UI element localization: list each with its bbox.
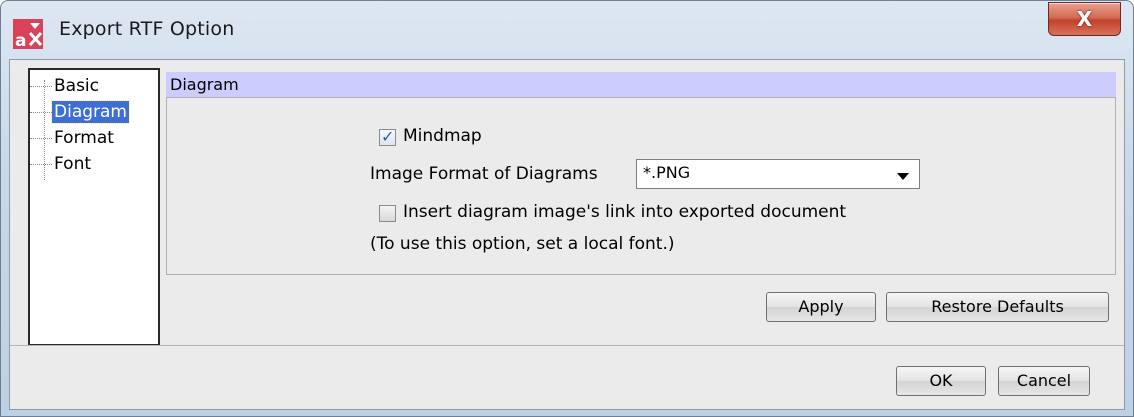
image-format-select[interactable]: *.PNG — [636, 159, 920, 189]
ok-button[interactable]: OK — [896, 366, 986, 396]
close-button[interactable]: X — [1048, 2, 1121, 36]
tree-branch — [30, 137, 52, 139]
tree-item-label: Basic — [54, 76, 100, 96]
apply-button[interactable]: Apply — [766, 292, 876, 322]
tree-item-font[interactable]: Font — [30, 152, 93, 176]
section-title: Diagram — [166, 72, 1116, 97]
mindmap-checkbox[interactable]: ✓ — [379, 127, 396, 146]
dialog-window: a Export RTF Option X Basic Diagram Form… — [0, 0, 1134, 417]
restore-defaults-button[interactable]: Restore Defaults — [886, 292, 1109, 322]
tree-item-basic[interactable]: Basic — [30, 74, 101, 98]
app-icon: a — [13, 19, 43, 49]
window-title: Export RTF Option — [59, 18, 235, 40]
tree-item-format[interactable]: Format — [30, 126, 116, 150]
mindmap-label: Mindmap — [403, 126, 482, 146]
local-font-note: (To use this option, set a local font.) — [370, 234, 675, 254]
cancel-button[interactable]: Cancel — [998, 366, 1090, 396]
check-icon: ✓ — [381, 127, 395, 146]
svg-text:a: a — [15, 31, 26, 49]
close-icon: X — [1076, 7, 1093, 31]
tree-branch — [30, 163, 52, 165]
insert-link-label: Insert diagram image's link into exporte… — [403, 202, 847, 222]
tree-branch — [30, 85, 52, 87]
tree-item-label: Diagram — [51, 100, 130, 124]
footer-divider — [10, 345, 1124, 346]
tree-item-label: Format — [54, 128, 114, 148]
tree-branch — [30, 111, 52, 113]
tree-item-diagram[interactable]: Diagram — [30, 100, 130, 124]
image-format-value: *.PNG — [643, 163, 691, 182]
options-tree: Basic Diagram Format Font — [28, 68, 160, 346]
title-bar[interactable]: a Export RTF Option X — [1, 1, 1133, 59]
chevron-down-icon — [897, 173, 909, 180]
dialog-content: Basic Diagram Format Font Diagram ✓ Mind… — [9, 59, 1125, 410]
image-format-label: Image Format of Diagrams — [370, 164, 598, 184]
tree-item-label: Font — [54, 154, 92, 174]
insert-link-checkbox[interactable] — [379, 205, 396, 222]
